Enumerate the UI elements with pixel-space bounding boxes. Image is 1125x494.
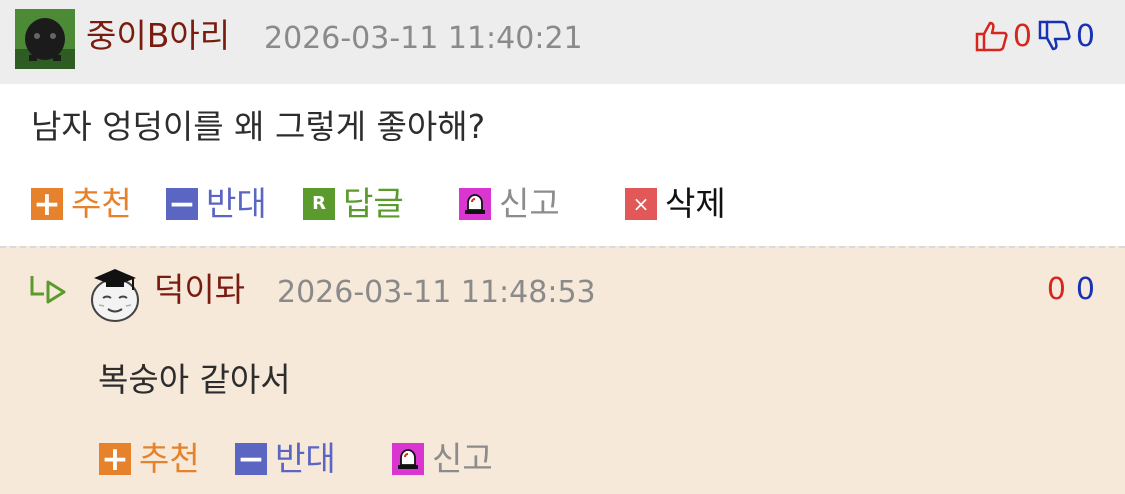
comment-author[interactable]: 중이B아리 <box>86 15 230 57</box>
delete-label: 삭제 <box>665 184 726 223</box>
report-label: 신고 <box>432 439 493 478</box>
comment-timestamp: 2026-03-11 11:48:53 <box>277 275 596 310</box>
vote-counter: 0 0 <box>975 16 1095 56</box>
siren-icon <box>392 443 424 475</box>
downvote-count: 0 <box>1075 18 1095 54</box>
comment-body: 복숭아 같아서 <box>98 360 291 399</box>
recommend-label: 추천 <box>139 439 200 478</box>
oppose-label: 반대 <box>206 184 267 223</box>
report-label: 신고 <box>499 184 560 223</box>
minus-icon: − <box>235 439 267 478</box>
siren-icon <box>459 188 491 220</box>
delete-button[interactable]: × 삭제 <box>625 184 726 224</box>
downvote-count[interactable]: 0 <box>1076 272 1095 307</box>
comment-body: 남자 엉덩이를 왜 그렇게 좋아해? <box>31 107 486 146</box>
upvote-count: 0 <box>1012 18 1032 54</box>
thumbs-down-icon[interactable] <box>1038 20 1072 52</box>
thumbs-up-icon[interactable] <box>975 20 1009 52</box>
oppose-button[interactable]: − 반대 <box>166 184 267 224</box>
oppose-label: 반대 <box>275 439 336 478</box>
comment-timestamp: 2026-03-11 11:40:21 <box>264 21 583 56</box>
recommend-label: 추천 <box>71 184 132 223</box>
plus-icon: + <box>31 184 63 223</box>
recommend-button[interactable]: + 추천 <box>99 439 200 479</box>
reply-arrow-icon <box>28 274 68 310</box>
vote-counter: 00 <box>1047 271 1095 309</box>
avatar[interactable] <box>15 9 75 69</box>
report-button[interactable]: 신고 <box>459 184 560 224</box>
comment-author[interactable]: 덕이돠 <box>154 269 245 311</box>
close-icon: × <box>625 188 657 220</box>
oppose-button[interactable]: − 반대 <box>235 439 336 479</box>
comment-header: 중이B아리 2026-03-11 11:40:21 0 0 <box>0 0 1125 84</box>
plus-icon: + <box>99 439 131 478</box>
reply-icon: R <box>303 188 335 220</box>
upvote-count[interactable]: 0 <box>1047 272 1066 307</box>
avatar[interactable] <box>88 264 142 324</box>
minus-icon: − <box>166 184 198 223</box>
recommend-button[interactable]: + 추천 <box>31 184 132 224</box>
reply-label: 답글 <box>343 184 404 223</box>
report-button[interactable]: 신고 <box>392 439 493 479</box>
reply-button[interactable]: R 답글 <box>303 184 404 224</box>
